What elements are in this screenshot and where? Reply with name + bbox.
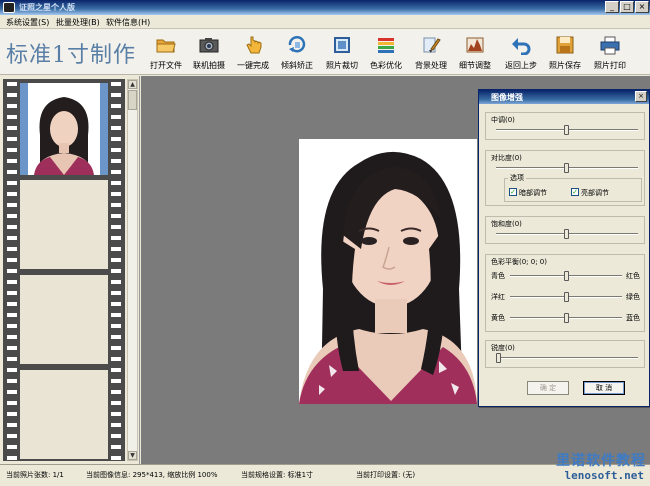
- rotate-correct-icon: [288, 36, 306, 53]
- thumbnail-frame-empty-2[interactable]: [20, 275, 108, 364]
- menu-software-info[interactable]: 软件信息(H): [106, 17, 150, 28]
- menu-bar: 系统设置(S) 批量处理(B) 软件信息(H): [0, 15, 650, 29]
- scroll-down-arrow[interactable]: ▼: [128, 451, 137, 460]
- printer-icon: [600, 36, 620, 55]
- yellow-label: 黄色: [491, 314, 505, 322]
- window-title: 证照之星个人版: [19, 3, 75, 12]
- maximize-button[interactable]: □: [620, 1, 634, 13]
- watermark-line1: 里诺软件教程: [556, 453, 646, 469]
- site-watermark: 里诺软件教程 lenosoft.net: [542, 448, 646, 484]
- folder-open-icon: [156, 39, 176, 53]
- color-balance-group: 色彩平衡(0; 0; 0) 青色 红色 洋红 绿色 黄色 蓝色: [485, 254, 645, 332]
- blue-label: 蓝色: [626, 314, 640, 322]
- thumbnail-scrollbar[interactable]: ▲ ▼: [127, 79, 138, 461]
- thumbnail-panel: ▲ ▼: [0, 76, 140, 464]
- undo-button[interactable]: 返回上步: [499, 33, 543, 73]
- print-photo-label: 照片打印: [594, 61, 626, 70]
- minimize-button[interactable]: _: [605, 1, 619, 13]
- toolbar: 标准1寸制作 打开文件 联机拍摄 一键完成 倾斜矫正 照片裁切 色彩优化 背景处…: [0, 29, 650, 75]
- hand-pointer-icon: [246, 36, 262, 54]
- sharpness-label: 锐度(0): [491, 344, 515, 352]
- save-icon: [556, 36, 574, 54]
- detail-adjust-icon: [466, 37, 484, 53]
- color-balance-label: 色彩平衡(0; 0; 0): [491, 258, 547, 266]
- undo-icon: [512, 38, 531, 55]
- sharpness-track: [496, 357, 638, 359]
- saturation-slider[interactable]: [564, 229, 569, 239]
- bright-adjust-label: 亮部调节: [581, 189, 609, 197]
- detail-adjust-button[interactable]: 细节调整: [453, 33, 497, 73]
- options-box: 选项 ✓ 暗部调节 ✓ 亮部调节: [504, 173, 642, 202]
- tilt-correct-button[interactable]: 倾斜矫正: [275, 33, 319, 73]
- watermark-line2: lenosoft.net: [564, 469, 644, 482]
- paint-brush-icon: [423, 37, 441, 53]
- camera-icon: [199, 38, 219, 53]
- menu-batch-process[interactable]: 批量处理(B): [56, 17, 100, 28]
- ok-button[interactable]: 确 定: [527, 381, 569, 395]
- thumbnail-photo: [28, 83, 100, 175]
- status-image-info: 当前图像信息: 295*413, 缩放比例 100%: [86, 471, 218, 479]
- dialog-title: 图像增强: [491, 93, 523, 102]
- yellow-blue-slider[interactable]: [564, 313, 569, 323]
- magenta-label: 洋红: [491, 293, 505, 301]
- contrast-group: 对比度(0) 选项 ✓ 暗部调节 ✓ 亮部调节: [485, 150, 645, 206]
- crop-button[interactable]: 照片裁切: [320, 33, 364, 73]
- dialog-close-button[interactable]: ×: [635, 91, 647, 102]
- magenta-green-slider[interactable]: [564, 292, 569, 302]
- status-print: 当前打印设置: (无): [356, 471, 416, 479]
- image-enhance-dialog: 图像增强 × 中调(0) 对比度(0) 选项 ✓ 暗部调节 ✓ 亮部调节 饱和度…: [478, 89, 650, 407]
- detail-adjust-label: 细节调整: [459, 61, 491, 70]
- menu-system-settings[interactable]: 系统设置(S): [6, 17, 49, 28]
- app-icon: [3, 2, 15, 13]
- camera-capture-button[interactable]: 联机拍摄: [187, 33, 231, 73]
- dialog-title-bar: 图像增强 ×: [479, 90, 649, 104]
- status-photo-count: 当前照片张数: 1/1: [6, 471, 64, 479]
- status-spec: 当前规格设置: 标准1寸: [241, 471, 314, 479]
- open-file-button[interactable]: 打开文件: [144, 33, 188, 73]
- saturation-label: 饱和度(0): [491, 220, 522, 228]
- thumbnail-frame-empty-3[interactable]: [20, 370, 108, 459]
- color-optimize-button[interactable]: 色彩优化: [364, 33, 408, 73]
- midtone-slider[interactable]: [564, 125, 569, 135]
- one-click-button[interactable]: 一键完成: [231, 33, 275, 73]
- scroll-thumb[interactable]: [128, 90, 137, 110]
- dark-adjust-label: 暗部调节: [519, 189, 547, 197]
- title-bar: 证照之星个人版 _ □ ×: [0, 0, 650, 15]
- midtone-label: 中调(0): [491, 116, 515, 124]
- sharpness-slider[interactable]: [496, 353, 501, 363]
- saturation-group: 饱和度(0): [485, 216, 645, 244]
- film-sprockets-left: [7, 79, 17, 461]
- red-label: 红色: [626, 272, 640, 280]
- contrast-slider[interactable]: [564, 163, 569, 173]
- close-button[interactable]: ×: [635, 1, 649, 13]
- sharpness-group: 锐度(0): [485, 340, 645, 368]
- film-strip: [3, 79, 125, 461]
- app-heading: 标准1寸制作: [6, 43, 136, 68]
- background-process-button[interactable]: 背景处理: [409, 33, 453, 73]
- thumbnail-frame-selected[interactable]: [20, 83, 108, 175]
- save-photo-button[interactable]: 照片保存: [543, 33, 587, 73]
- cyan-label: 青色: [491, 272, 505, 280]
- thumbnail-frame-empty-1[interactable]: [20, 180, 108, 269]
- portrait-photo[interactable]: [299, 139, 477, 404]
- dark-adjust-checkbox[interactable]: ✓: [509, 188, 517, 196]
- bright-adjust-checkbox[interactable]: ✓: [571, 188, 579, 196]
- green-label: 绿色: [626, 293, 640, 301]
- midtone-group: 中调(0): [485, 112, 645, 140]
- color-palette-icon: [378, 38, 394, 53]
- print-photo-button[interactable]: 照片打印: [588, 33, 632, 73]
- crop-icon: [334, 37, 350, 53]
- scroll-up-arrow[interactable]: ▲: [128, 80, 137, 89]
- film-sprockets-right: [111, 79, 121, 461]
- options-label: 选项: [508, 173, 526, 183]
- portrait-image: [299, 139, 477, 404]
- cancel-button[interactable]: 取 消: [583, 381, 625, 395]
- cyan-red-slider[interactable]: [564, 271, 569, 281]
- contrast-label: 对比度(0): [491, 154, 522, 162]
